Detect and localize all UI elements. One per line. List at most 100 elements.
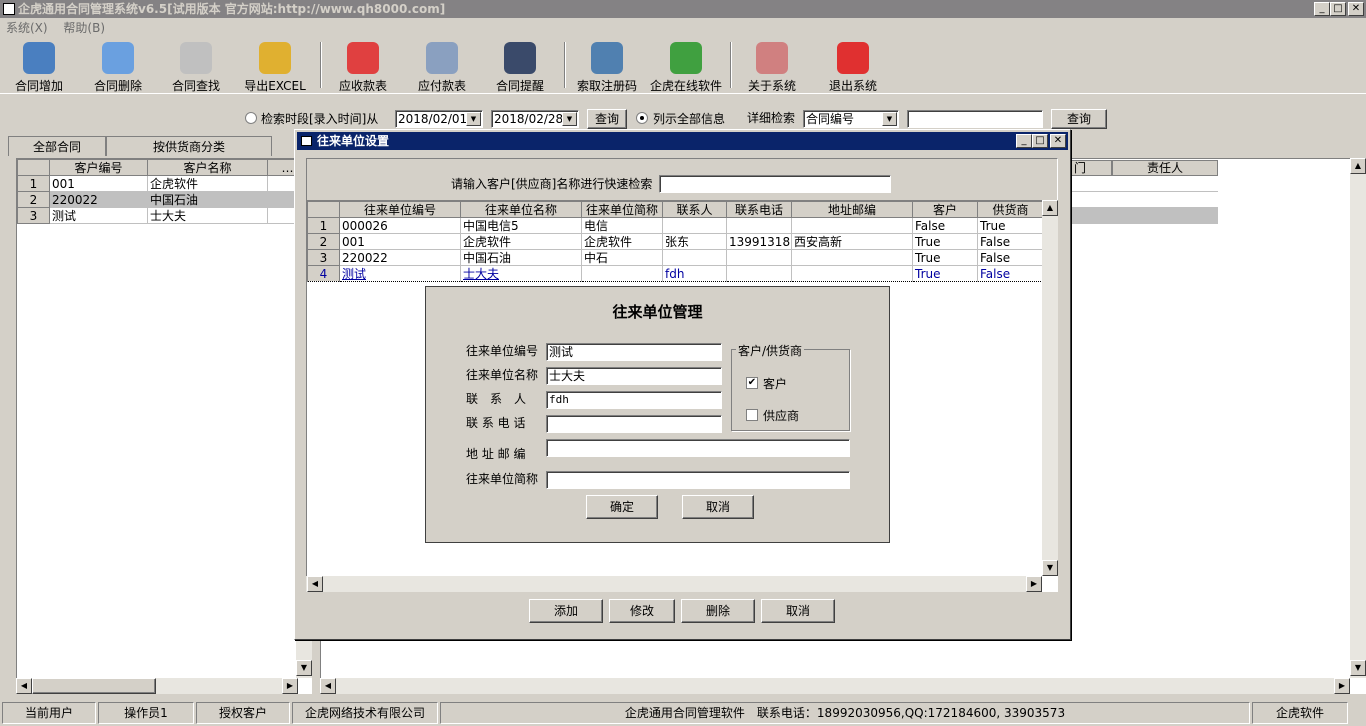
scroll-left-icon[interactable]: ◀ (16, 678, 32, 694)
database-add-icon (23, 42, 55, 74)
confirm-button[interactable]: 确定 (586, 495, 658, 519)
toolbar-label: 合同增加 (14, 79, 63, 93)
quick-search-input[interactable] (659, 175, 891, 193)
scroll-right-icon[interactable]: ▶ (282, 678, 298, 694)
close-button[interactable]: ✕ (1348, 2, 1364, 16)
scroll-up-icon[interactable]: ▲ (1350, 158, 1366, 174)
col-customer-id[interactable]: 客户编号 (49, 159, 148, 176)
scroll-left-icon[interactable]: ◀ (320, 678, 336, 694)
contact-label: 联 系 人 (466, 392, 527, 406)
partner-vscrollbar[interactable] (1042, 200, 1058, 576)
delete-button[interactable]: 删除 (681, 599, 755, 623)
table-row[interactable]: 2 220022 中国石油 (17, 191, 308, 208)
scroll-down-icon[interactable]: ▼ (1350, 660, 1366, 676)
date-from-picker[interactable]: 2018/02/01 ▼ (395, 110, 483, 128)
table-row[interactable]: 1 001 企虎软件 (17, 175, 308, 192)
partner-code-field[interactable]: 测试 (546, 343, 722, 361)
toolbar-button-2[interactable]: 合同查找 (165, 42, 227, 94)
table-row[interactable]: 1 000026 中国电信5 电信 False True (307, 217, 1044, 234)
contact-field[interactable]: fdh (546, 391, 722, 409)
table-row-selected[interactable]: 4 测试 士大夫 fdh True False (307, 265, 1044, 282)
partner-hscrollbar[interactable] (306, 576, 1042, 592)
tab-all-contracts[interactable]: 全部合同 (8, 136, 106, 156)
minimize-button[interactable]: _ (1314, 2, 1330, 16)
toolbar-label: 合同删除 (93, 79, 142, 93)
toolbar-label: 企虎在线软件 (649, 79, 722, 93)
col-supplier[interactable]: 供货商 (977, 201, 1044, 218)
short-name-field[interactable] (546, 471, 850, 489)
maximize-button[interactable]: □ (1330, 2, 1346, 16)
toolbar-button-7[interactable]: 索取注册码 (574, 42, 640, 94)
toolbar-button-6[interactable]: 合同提醒 (490, 42, 550, 94)
code-label: 往来单位编号 (466, 344, 539, 358)
editor-title: 往来单位管理 (612, 303, 703, 321)
menu-bar: 系统(X) 帮助(B) (0, 18, 1366, 38)
scroll-right-icon[interactable]: ▶ (1026, 576, 1042, 592)
app-title: 企虎通用合同管理系统v6.5[试用版本 官方网站:http://www.qh80… (18, 2, 446, 16)
col-customer[interactable]: 客户 (912, 201, 978, 218)
add-button[interactable]: 添加 (529, 599, 603, 623)
dialog-cancel-button[interactable]: 取消 (761, 599, 835, 623)
status-company: 企虎网络技术有限公司 (292, 702, 438, 724)
dialog-maximize-button[interactable]: □ (1032, 134, 1048, 148)
col-phone[interactable]: 联系电话 (726, 201, 792, 218)
customer-checkbox[interactable]: ✔ (746, 377, 758, 389)
toolbar-button-0[interactable]: 合同增加 (8, 42, 70, 94)
scroll-down-icon[interactable]: ▼ (296, 660, 312, 676)
detail-query-button[interactable]: 查询 (1051, 109, 1107, 129)
chevron-down-icon[interactable]: ▼ (562, 112, 577, 126)
col-contact[interactable]: 联系人 (662, 201, 727, 218)
toolbar-button-3[interactable]: 导出EXCEL (240, 42, 310, 94)
chevron-down-icon[interactable]: ▼ (466, 112, 481, 126)
about-icon (756, 42, 788, 74)
detail-field-select[interactable]: 合同编号 ▼ (803, 110, 899, 128)
table-row[interactable]: 3 220022 中国石油 中石 True False (307, 249, 1044, 266)
supplier-checkbox[interactable] (746, 409, 758, 421)
toolbar-button-4[interactable]: 应收款表 (334, 42, 392, 94)
table-row[interactable]: 2001企虎软件企虎软件张东13991318355西安高新TrueFalse (307, 233, 1044, 250)
scroll-down-icon[interactable]: ▼ (1042, 560, 1058, 576)
status-bar: 当前用户 操作员1 授权客户 企虎网络技术有限公司 企虎通用合同管理软件 联系电… (0, 700, 1366, 726)
toolbar-button-1[interactable]: 合同删除 (86, 42, 150, 94)
right-hscrollbar[interactable] (320, 678, 1350, 694)
detail-search-input[interactable] (907, 110, 1043, 128)
date-to-picker[interactable]: 2018/02/28 ▼ (491, 110, 579, 128)
toolbar-separator (320, 42, 322, 88)
scroll-up-icon[interactable]: ▲ (1042, 200, 1058, 216)
col-partner-name[interactable]: 往来单位名称 (460, 201, 582, 218)
scroll-left-icon[interactable]: ◀ (307, 576, 323, 592)
table-row[interactable]: 3 测试 士大夫 (17, 207, 308, 224)
left-hscroll-thumb[interactable] (32, 678, 156, 694)
dialog-minimize-button[interactable]: _ (1016, 134, 1032, 148)
col-owner[interactable]: 责任人 (1112, 160, 1218, 176)
col-customer-name[interactable]: 客户名称 (147, 159, 268, 176)
col-address[interactable]: 地址邮编 (791, 201, 913, 218)
left-contract-grid[interactable]: 客户编号 客户名称 … 1 001 企虎软件 2 220022 中国石油 3 测试 士大夫 (16, 158, 312, 694)
col-partner-code[interactable]: 往来单位编号 (339, 201, 461, 218)
toolbar-button-10[interactable]: 退出系统 (822, 42, 884, 94)
col-partner-short[interactable]: 往来单位简称 (581, 201, 663, 218)
phone-field[interactable] (546, 415, 722, 433)
toolbar-button-8[interactable]: 企虎在线软件 (648, 42, 724, 94)
toolbar-button-9[interactable]: 关于系统 (743, 42, 801, 94)
partner-name-field[interactable]: 士大夫 (546, 367, 722, 385)
status-operator: 操作员1 (98, 702, 194, 724)
right-vscrollbar[interactable] (1350, 158, 1366, 678)
tab-by-supplier[interactable]: 按供货商分类 (106, 136, 272, 156)
scroll-right-icon[interactable]: ▶ (1334, 678, 1350, 694)
col-dept[interactable]: 门 (1071, 160, 1112, 176)
edit-button[interactable]: 修改 (609, 599, 675, 623)
address-field[interactable] (546, 439, 850, 457)
status-brand: 企虎软件 (1252, 702, 1348, 724)
toolbar-button-5[interactable]: 应付款表 (413, 42, 471, 94)
dialog-close-button[interactable]: ✕ (1050, 134, 1066, 148)
show-all-radio[interactable] (636, 112, 648, 124)
reminder-icon (504, 42, 536, 74)
date-query-button[interactable]: 查询 (587, 109, 627, 129)
date-range-radio[interactable] (245, 112, 257, 124)
chevron-down-icon[interactable]: ▼ (882, 112, 897, 126)
address-label: 地 址 邮 编 (466, 447, 526, 461)
menu-help[interactable]: 帮助(B) (63, 21, 105, 35)
menu-system[interactable]: 系统(X) (6, 21, 48, 35)
editor-cancel-button[interactable]: 取消 (682, 495, 754, 519)
